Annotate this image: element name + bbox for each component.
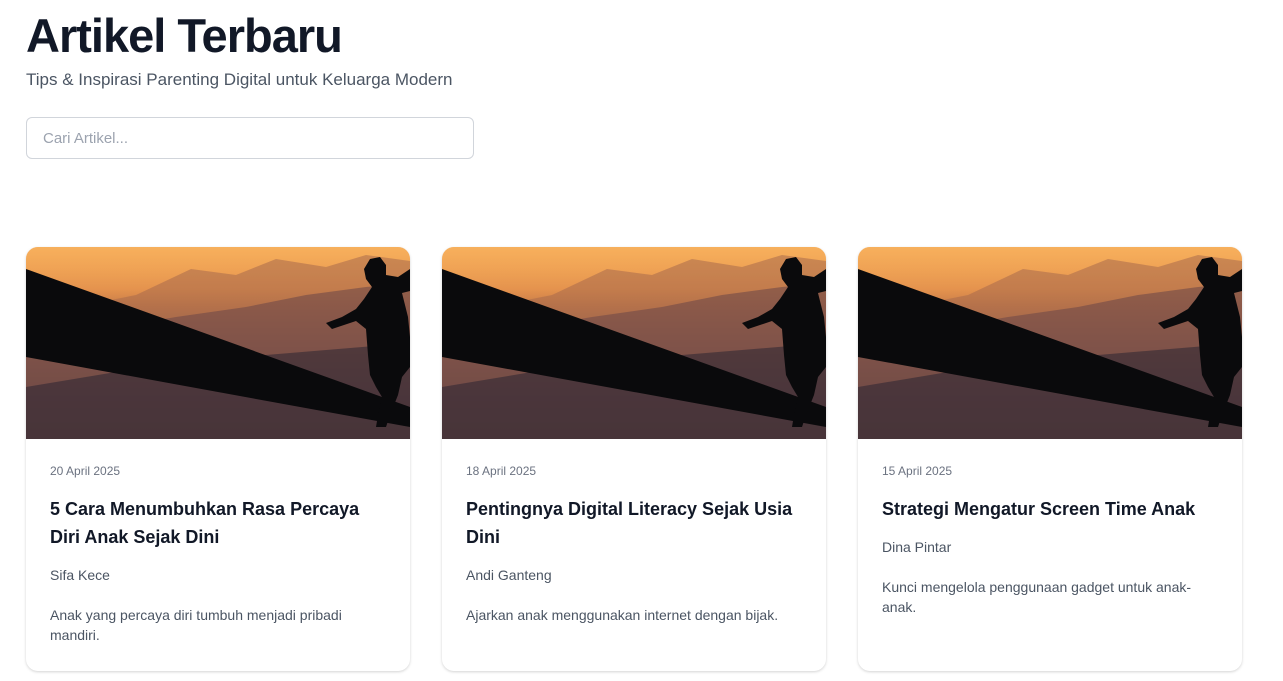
article-excerpt: Anak yang percaya diri tumbuh menjadi pr… <box>50 607 342 643</box>
search-input[interactable] <box>26 117 474 159</box>
article-date: 20 April 2025 <box>50 464 121 478</box>
article-grid: 20 April 2025 5 Cara Menumbuhkan Rasa Pe… <box>26 247 1242 671</box>
article-image <box>858 247 1242 439</box>
article-date: 18 April 2025 <box>466 464 537 478</box>
article-author: Dina Pintar <box>882 539 952 555</box>
article-excerpt: Ajarkan anak menggunakan internet dengan… <box>466 607 779 623</box>
article-title[interactable]: Strategi Mengatur Screen Time Anak <box>882 495 1218 523</box>
article-card-body: 15 April 2025 Strategi Mengatur Screen T… <box>858 439 1242 617</box>
page-subtitle: Tips & Inspirasi Parenting Digital untuk… <box>26 70 453 89</box>
article-image <box>442 247 826 439</box>
article-title[interactable]: 5 Cara Menumbuhkan Rasa Percaya Diri Ana… <box>50 495 386 551</box>
article-excerpt: Kunci mengelola penggunaan gadget untuk … <box>882 579 1192 615</box>
article-date: 15 April 2025 <box>882 464 953 478</box>
article-card[interactable]: 20 April 2025 5 Cara Menumbuhkan Rasa Pe… <box>26 247 410 671</box>
page: Artikel Terbaru Tips & Inspirasi Parenti… <box>0 0 1283 681</box>
page-title: Artikel Terbaru <box>26 9 343 62</box>
article-card-body: 18 April 2025 Pentingnya Digital Literac… <box>442 439 826 625</box>
article-title[interactable]: Pentingnya Digital Literacy Sejak Usia D… <box>466 495 802 551</box>
article-author: Andi Ganteng <box>466 567 552 583</box>
article-author: Sifa Kece <box>50 567 110 583</box>
article-image <box>26 247 410 439</box>
article-card[interactable]: 15 April 2025 Strategi Mengatur Screen T… <box>858 247 1242 671</box>
article-card-body: 20 April 2025 5 Cara Menumbuhkan Rasa Pe… <box>26 439 410 645</box>
article-card[interactable]: 18 April 2025 Pentingnya Digital Literac… <box>442 247 826 671</box>
